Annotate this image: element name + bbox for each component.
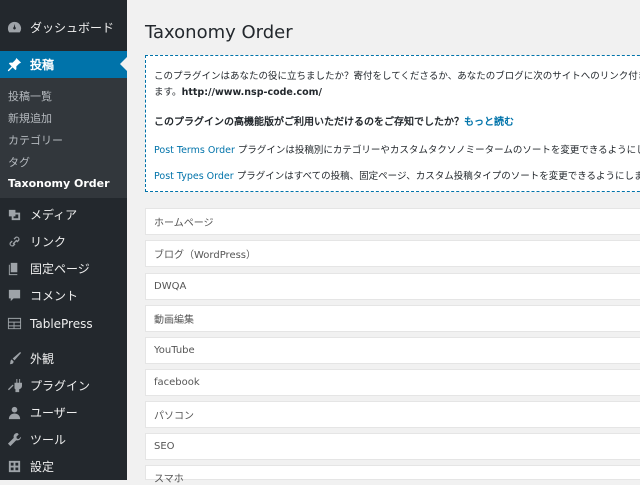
pro-version-text: このプラグインの高機能版がご利用いただけるのをご存知でしたか？ [154,117,464,128]
term-row[interactable]: facebook [145,369,640,396]
pin-icon [6,57,22,73]
menu-tools-label: ツール [30,433,67,447]
menu-tablepress[interactable]: TablePress [0,310,127,337]
menu-dashboard-label: ダッシュボード [30,21,115,35]
term-row[interactable]: スマホ [145,465,640,485]
plugin-site-url: http://www.nsp-code.com/ [181,87,322,98]
menu-posts-label: 投稿 [30,58,55,72]
menu-plugins-label: プラグイン [30,379,91,393]
menu-settings-label: 設定 [30,460,55,474]
admin-sidebar: ダッシュボード 投稿 投稿一覧 新規追加 カテゴリー タグ Taxonomy O… [0,0,127,480]
menu-links-label: リンク [30,235,67,249]
dashboard-icon [6,20,22,36]
submenu-add-new[interactable]: 新規追加 [8,110,52,126]
submenu-taxonomy-order[interactable]: Taxonomy Order [8,177,110,190]
post-terms-order-text: プラグインは投稿別にカテゴリーやカスタムタクソノミータームのソートを変更できるよ… [237,145,640,156]
menu-settings[interactable]: 設定 [0,453,127,480]
user-icon [6,405,22,421]
pro-version-notice: このプラグインの高機能版がご利用いただけるのをご存知でしたか？もっと読む [154,113,514,128]
menu-media-label: メディア [30,208,78,222]
page-title: Taxonomy Order [145,22,293,43]
menu-appearance-label: 外観 [30,352,55,366]
post-terms-order-link[interactable]: Post Terms Order [154,145,235,156]
post-types-order-link[interactable]: Post Types Order [154,171,234,182]
post-types-order-info: Post Types Order プラグインはすべての投稿、固定ページ、カスタム… [154,168,640,182]
comment-icon [6,288,22,304]
menu-tools[interactable]: ツール [0,426,127,453]
read-more-link[interactable]: もっと読む [464,117,514,128]
settings-icon [6,459,22,475]
menu-comments[interactable]: コメント [0,282,127,309]
posts-submenu: 投稿一覧 新規追加 カテゴリー タグ Taxonomy Order [0,78,127,198]
donate-suffix: ます。 [154,87,182,98]
submenu-categories[interactable]: カテゴリー [8,132,63,148]
term-row[interactable]: ホームページ [145,208,640,235]
menu-plugins[interactable]: プラグイン [0,372,127,399]
menu-media[interactable]: メディア [0,201,127,228]
main-content: Taxonomy Order このプラグインはあなたの役に立ちましたか？寄付をし… [127,0,640,485]
plugin-info-box: このプラグインはあなたの役に立ちましたか？寄付をしてくださるか、あなたのブログに… [145,55,640,192]
donate-text-continued: ます。http://www.nsp-code.com/ [154,84,322,98]
menu-pages[interactable]: 固定ページ [0,255,127,282]
term-row[interactable]: パソコン [145,401,640,428]
term-row[interactable]: SEO [145,433,640,460]
pages-icon [6,261,22,277]
link-icon [6,234,22,250]
post-types-order-text: プラグインはすべての投稿、固定ページ、カスタム投稿タイプのソートを変更できるよう… [236,171,640,182]
menu-pages-label: 固定ページ [30,262,90,276]
submenu-all-posts[interactable]: 投稿一覧 [8,88,52,104]
term-row[interactable]: DWQA [145,273,640,300]
menu-posts[interactable]: 投稿 [0,51,127,78]
menu-links[interactable]: リンク [0,228,127,255]
donate-text: このプラグインはあなたの役に立ちましたか？寄付をしてくださるか、あなたのブログに… [154,71,640,82]
current-menu-arrow [120,57,127,71]
plugin-icon [6,378,22,394]
menu-users[interactable]: ユーザー [0,399,127,426]
submenu-tags[interactable]: タグ [8,154,30,170]
post-terms-order-info: Post Terms Order プラグインは投稿別にカテゴリーやカスタムタクソ… [154,142,640,156]
menu-comments-label: コメント [30,289,79,303]
table-icon [6,316,22,332]
menu-tablepress-label: TablePress [30,316,93,331]
menu-users-label: ユーザー [30,406,78,420]
brush-icon [6,351,22,367]
menu-appearance[interactable]: 外観 [0,345,127,372]
term-row[interactable]: YouTube [145,337,640,364]
menu-dashboard[interactable]: ダッシュボード [0,14,127,41]
media-icon [6,207,22,223]
wrench-icon [6,432,22,448]
term-row[interactable]: ブログ（WordPress） [145,240,640,267]
term-row[interactable]: 動画編集 [145,305,640,332]
